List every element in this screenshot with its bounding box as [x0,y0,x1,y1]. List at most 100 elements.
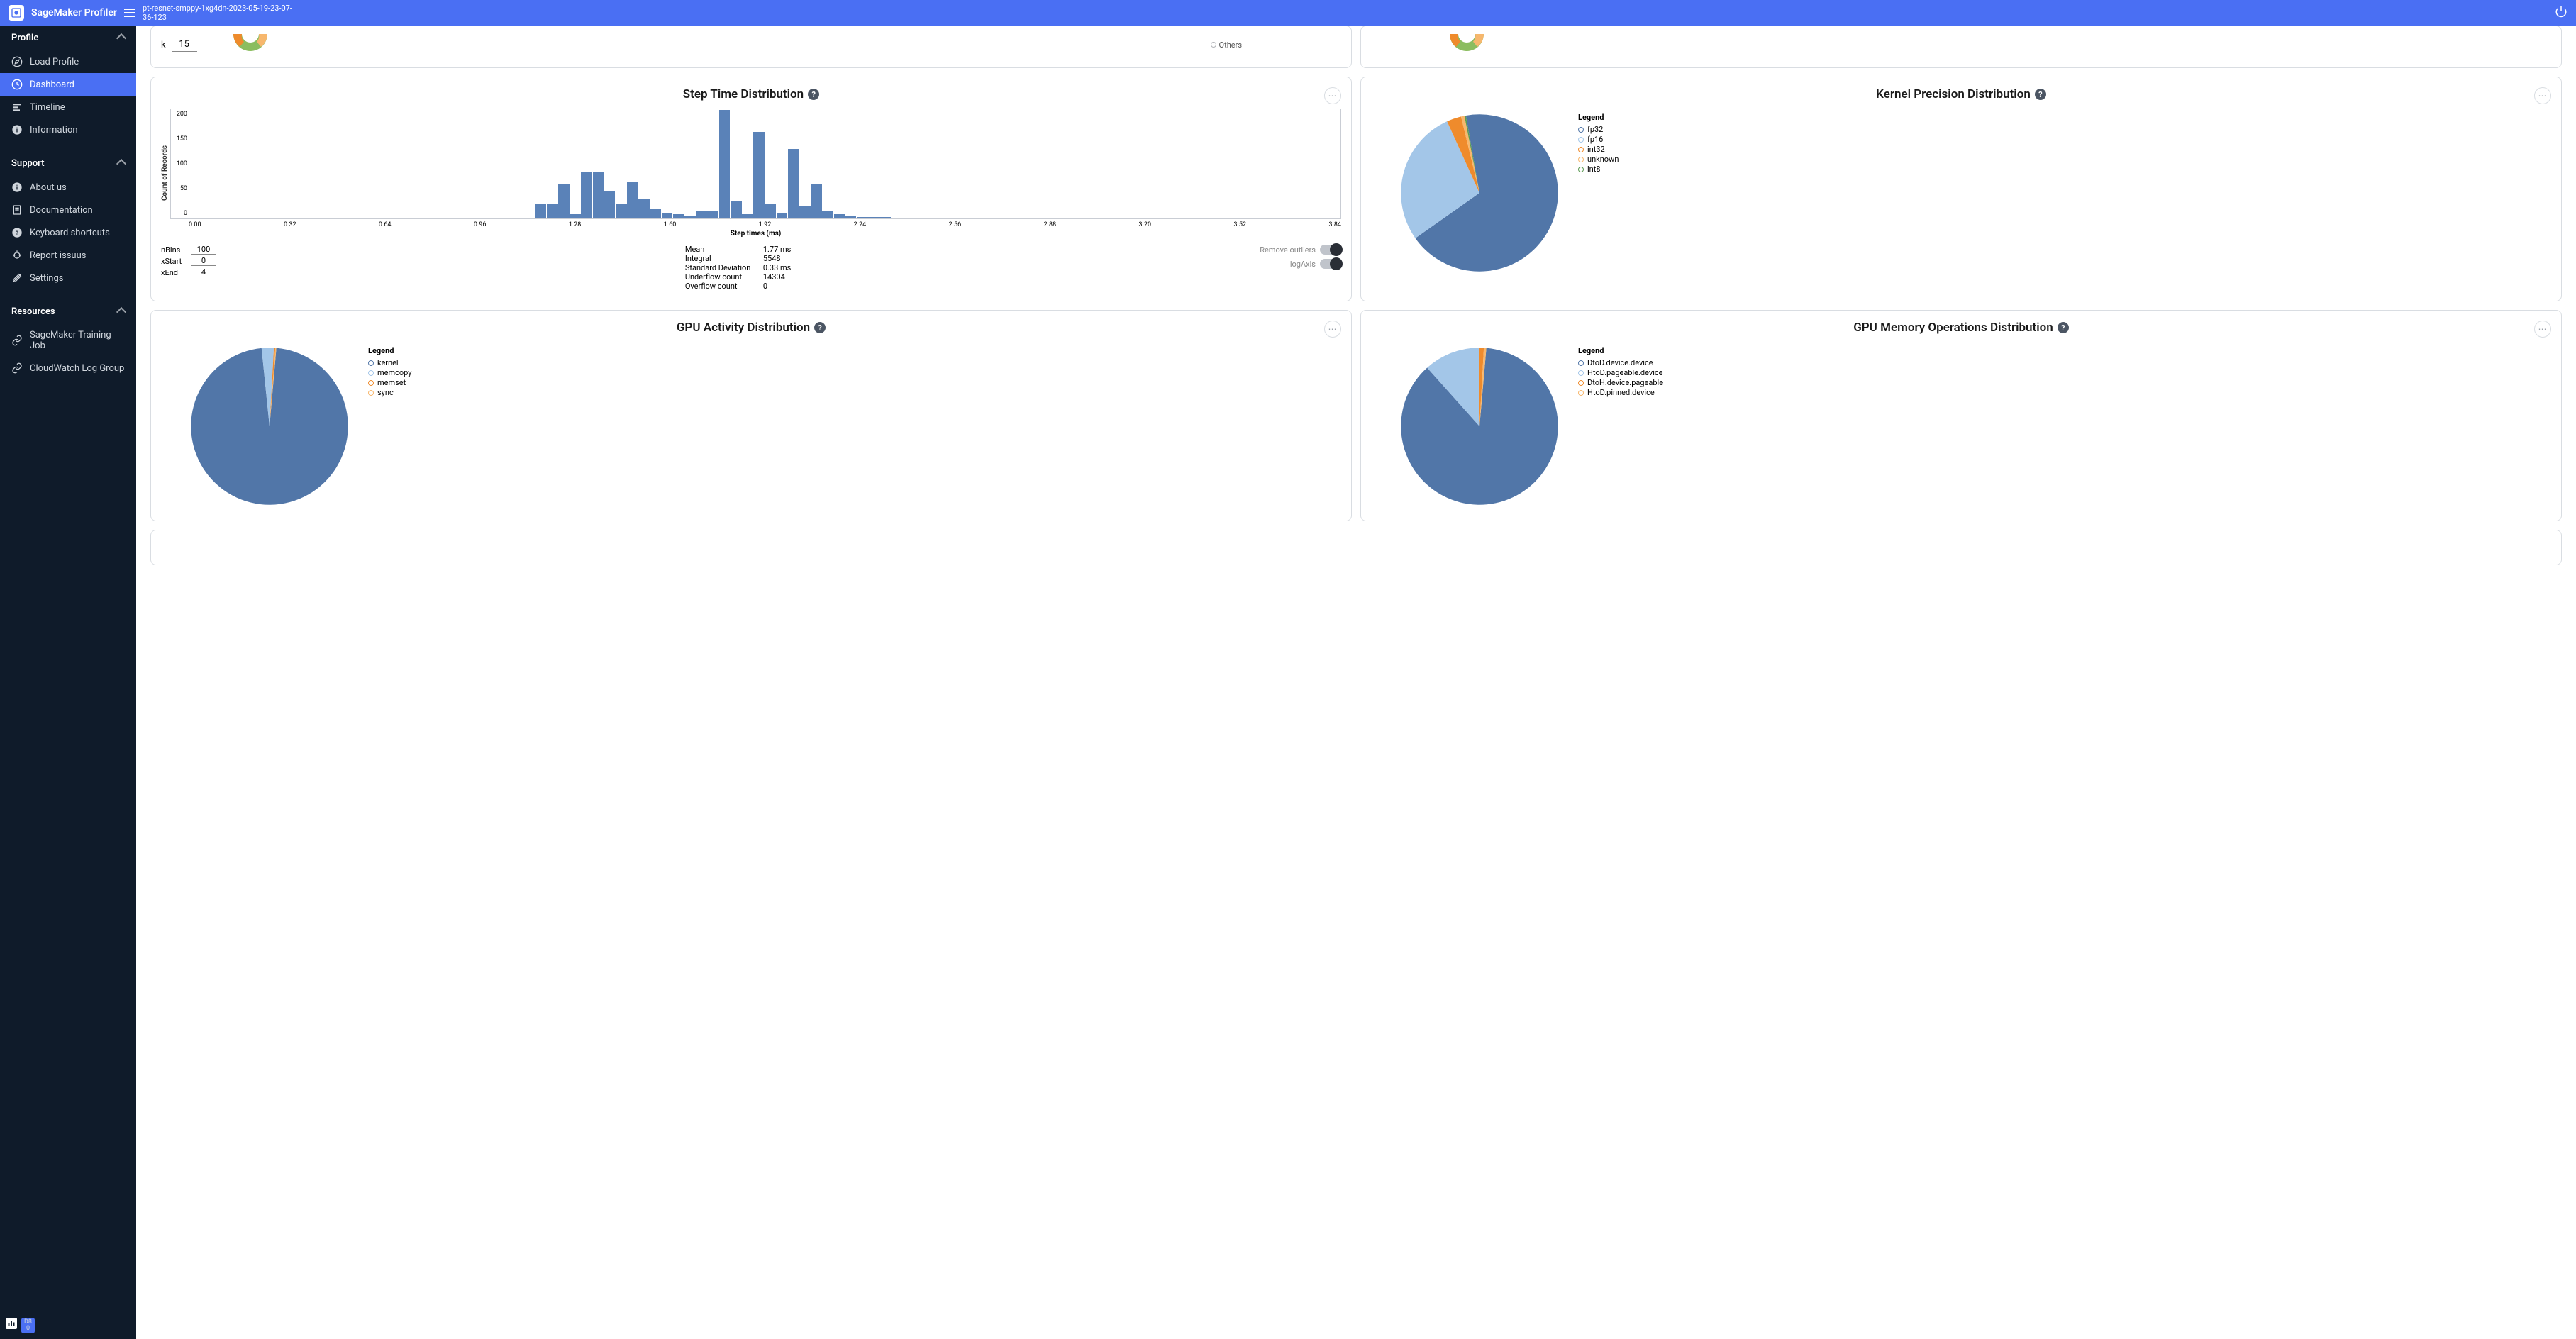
help-icon[interactable]: ? [814,322,826,333]
sidebar-item-information[interactable]: i Information [0,118,136,141]
sidebar-item-cloudwatch[interactable]: CloudWatch Log Group [0,357,136,379]
hist-xlabel: Step times (ms) [170,230,1341,238]
legend: Legend kernelmemcopymemsetsync [368,346,411,398]
xstart-input[interactable] [191,256,216,266]
legend-item[interactable]: memset [368,378,411,387]
legend-item[interactable]: memcopy [368,368,411,377]
chevron-up-icon [116,158,126,168]
legend-swatch [368,370,374,376]
card-title-text: GPU Memory Operations Distribution [1853,321,2053,335]
sidebar-item-label: CloudWatch Log Group [30,363,124,374]
legend-swatch [1578,127,1584,133]
sidebar-item-keyboard[interactable]: ? Keyboard shortcuts [0,221,136,244]
legend-swatch [368,360,374,366]
pie-chart [1399,113,1560,273]
link-icon [11,362,23,374]
info-icon: i [11,124,23,135]
pie-chart [1399,346,1560,506]
sidebar-section-profile[interactable]: Profile [0,26,136,50]
help-icon[interactable]: ? [808,89,819,100]
xend-input[interactable] [191,267,216,277]
toggle-outliers[interactable] [1320,245,1341,255]
hist-xaxis: 0.000.320.640.961.281.601.922.242.562.88… [170,219,1341,228]
card-title-text: Step Time Distribution [683,87,804,101]
legend-label: int8 [1587,165,1601,174]
donut-chart-partial [1442,34,1492,55]
sidebar-item-label: Information [30,125,78,135]
nbins-label: nBins [161,245,185,255]
legend-item[interactable]: fp32 [1578,125,1619,134]
legend-label: fp32 [1587,125,1603,134]
sidebar-section-resources[interactable]: Resources [0,299,136,324]
sidebar-section-label: Support [11,158,45,169]
help-icon: ? [11,227,23,238]
job-name: pt-resnet-smppy-1xg4dn-2023-05-19-23-07-… [143,4,299,22]
histogram-plot: 200150100500 [170,109,1341,219]
chevron-up-icon [116,33,126,43]
card-menu-icon[interactable]: ⋯ [2534,321,2551,338]
legend-item[interactable]: HtoD.pinned.device [1578,388,1663,397]
legend-label: memset [377,378,406,387]
timeline-icon [11,101,23,113]
toggle-log[interactable] [1320,259,1341,269]
chart-icon[interactable] [6,1318,17,1329]
sidebar-item-label: Documentation [30,205,93,216]
legend-label: memcopy [377,368,411,377]
legend-item[interactable]: fp16 [1578,135,1619,144]
sidebar-item-dashboard[interactable]: Dashboard [0,73,136,96]
legend-item[interactable]: kernel [368,358,411,367]
legend-item[interactable]: DtoD.device.device [1578,358,1663,367]
card-menu-icon[interactable]: ⋯ [2534,87,2551,104]
legend-swatch [1578,157,1584,162]
pie-chart [189,346,350,506]
card-title-text: Kernel Precision Distribution [1876,87,2031,101]
legend-swatch [368,380,374,386]
legend-item[interactable]: unknown [1578,155,1619,164]
sidebar-item-label: Settings [30,273,63,284]
legend-others: Others [1211,40,1242,50]
compass-icon [11,56,23,67]
legend-swatch [368,390,374,396]
legend-swatch [1578,137,1584,143]
sidebar-section-support[interactable]: Support [0,151,136,176]
card-menu-icon[interactable]: ⋯ [1324,87,1341,104]
sidebar-item-load-profile[interactable]: Load Profile [0,50,136,73]
badge[interactable]: D80 [21,1318,35,1333]
sidebar-bottom: D80 [0,1312,136,1339]
sidebar-item-documentation[interactable]: Documentation [0,199,136,221]
sidebar-item-report[interactable]: Report issuus [0,244,136,267]
menu-toggle-icon[interactable] [124,9,135,17]
topbar: SageMaker Profiler pt-resnet-smppy-1xg4d… [0,0,2576,26]
document-icon [11,204,23,216]
sidebar-item-timeline[interactable]: Timeline [0,96,136,118]
card-partial-bottom [150,530,2562,565]
help-icon[interactable]: ? [2035,89,2046,100]
legend-label: kernel [377,358,399,367]
legend-swatch [1578,147,1584,152]
card-partial-right [1360,26,2562,68]
legend-swatch [1578,167,1584,172]
legend-item[interactable]: sync [368,388,411,397]
k-label: k [161,40,166,50]
help-icon[interactable]: ? [2058,322,2069,333]
app-logo [9,5,24,21]
link-icon [11,335,23,346]
sidebar-item-training-job[interactable]: SageMaker Training Job [0,324,136,357]
sidebar-item-settings[interactable]: Settings [0,267,136,289]
k-input[interactable] [172,38,197,52]
card-title-text: GPU Activity Distribution [677,321,810,335]
card-menu-icon[interactable]: ⋯ [1324,321,1341,338]
sidebar-item-about[interactable]: i About us [0,176,136,199]
legend-item[interactable]: int32 [1578,145,1619,154]
power-icon[interactable] [2555,5,2567,21]
legend-item[interactable]: HtoD.pageable.device [1578,368,1663,377]
nbins-input[interactable] [191,245,216,255]
svg-text:i: i [16,126,18,134]
legend-item[interactable]: DtoH.device.pageable [1578,378,1663,387]
legend-swatch [1578,390,1584,396]
legend-title: Legend [368,346,411,355]
legend-item[interactable]: int8 [1578,165,1619,174]
legend-label: DtoH.device.pageable [1587,378,1663,387]
card-gpu-activity: ⋯ GPU Activity Distribution? Legend kern… [150,310,1352,521]
content: k Others ⋯ [136,26,2576,1339]
